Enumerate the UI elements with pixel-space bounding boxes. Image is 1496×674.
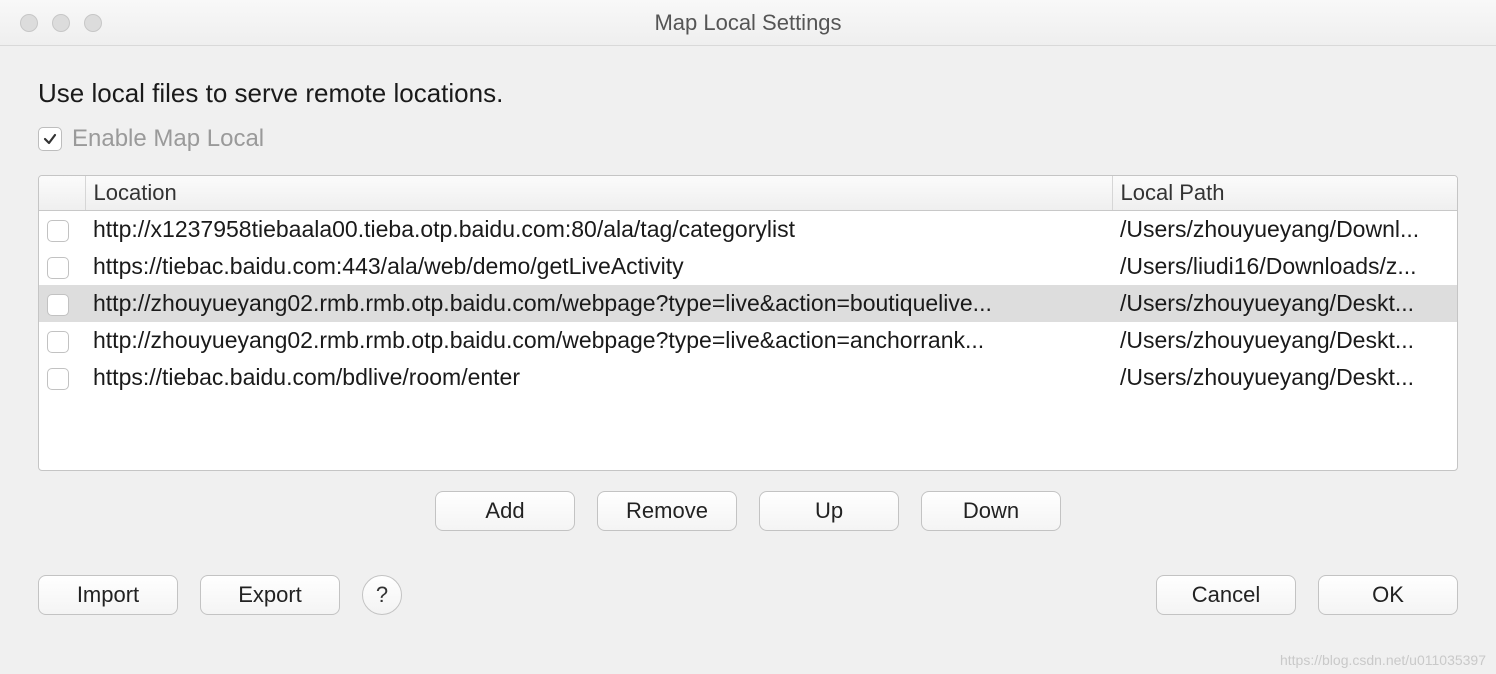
watermark-text: https://blog.csdn.net/u011035397 [1280, 652, 1486, 668]
zoom-icon[interactable] [84, 14, 102, 32]
row-local-path: /Users/zhouyueyang/Deskt... [1112, 322, 1457, 359]
list-buttons: Add Remove Up Down [38, 491, 1458, 531]
row-checkbox[interactable] [47, 294, 69, 316]
add-button[interactable]: Add [435, 491, 575, 531]
row-local-path: /Users/zhouyueyang/Deskt... [1112, 359, 1457, 396]
header-local-path[interactable]: Local Path [1112, 176, 1457, 211]
window-title: Map Local Settings [0, 10, 1496, 36]
table-row[interactable]: http://x1237958tiebaala00.tieba.otp.baid… [39, 211, 1457, 249]
minimize-icon[interactable] [52, 14, 70, 32]
mappings-table: Location Local Path http://x1237958tieba… [38, 175, 1458, 471]
row-local-path: /Users/zhouyueyang/Downl... [1112, 211, 1457, 249]
close-icon[interactable] [20, 14, 38, 32]
down-button[interactable]: Down [921, 491, 1061, 531]
table-row[interactable]: https://tiebac.baidu.com:443/ala/web/dem… [39, 248, 1457, 285]
table-row[interactable]: https://tiebac.baidu.com/bdlive/room/ent… [39, 359, 1457, 396]
row-checkbox-cell[interactable] [39, 248, 85, 285]
row-checkbox-cell[interactable] [39, 285, 85, 322]
import-button[interactable]: Import [38, 575, 178, 615]
row-location: https://tiebac.baidu.com:443/ala/web/dem… [85, 248, 1112, 285]
row-checkbox-cell[interactable] [39, 359, 85, 396]
up-button[interactable]: Up [759, 491, 899, 531]
row-checkbox[interactable] [47, 220, 69, 242]
header-checkbox[interactable] [39, 176, 85, 211]
row-checkbox[interactable] [47, 368, 69, 390]
table-row[interactable]: http://zhouyueyang02.rmb.rmb.otp.baidu.c… [39, 285, 1457, 322]
description-text: Use local files to serve remote location… [38, 78, 1458, 109]
row-location: https://tiebac.baidu.com/bdlive/room/ent… [85, 359, 1112, 396]
header-location[interactable]: Location [85, 176, 1112, 211]
row-local-path: /Users/zhouyueyang/Deskt... [1112, 285, 1457, 322]
row-checkbox[interactable] [47, 257, 69, 279]
help-button[interactable]: ? [362, 575, 402, 615]
export-button[interactable]: Export [200, 575, 340, 615]
checkmark-icon [43, 132, 57, 146]
table-row[interactable]: http://zhouyueyang02.rmb.rmb.otp.baidu.c… [39, 322, 1457, 359]
row-location: http://zhouyueyang02.rmb.rmb.otp.baidu.c… [85, 285, 1112, 322]
enable-map-local-row: Enable Map Local [38, 125, 1458, 153]
remove-button[interactable]: Remove [597, 491, 737, 531]
footer-row: Import Export ? Cancel OK [38, 575, 1458, 615]
titlebar: Map Local Settings [0, 0, 1496, 46]
window-controls [20, 14, 102, 32]
row-checkbox-cell[interactable] [39, 211, 85, 249]
row-local-path: /Users/liudi16/Downloads/z... [1112, 248, 1457, 285]
enable-map-local-checkbox[interactable] [38, 127, 62, 151]
row-location: http://zhouyueyang02.rmb.rmb.otp.baidu.c… [85, 322, 1112, 359]
row-location: http://x1237958tiebaala00.tieba.otp.baid… [85, 211, 1112, 249]
ok-button[interactable]: OK [1318, 575, 1458, 615]
row-checkbox[interactable] [47, 331, 69, 353]
table-header-row: Location Local Path [39, 176, 1457, 211]
row-checkbox-cell[interactable] [39, 322, 85, 359]
dialog-content: Use local files to serve remote location… [0, 46, 1496, 635]
enable-map-local-label: Enable Map Local [72, 125, 264, 153]
cancel-button[interactable]: Cancel [1156, 575, 1296, 615]
